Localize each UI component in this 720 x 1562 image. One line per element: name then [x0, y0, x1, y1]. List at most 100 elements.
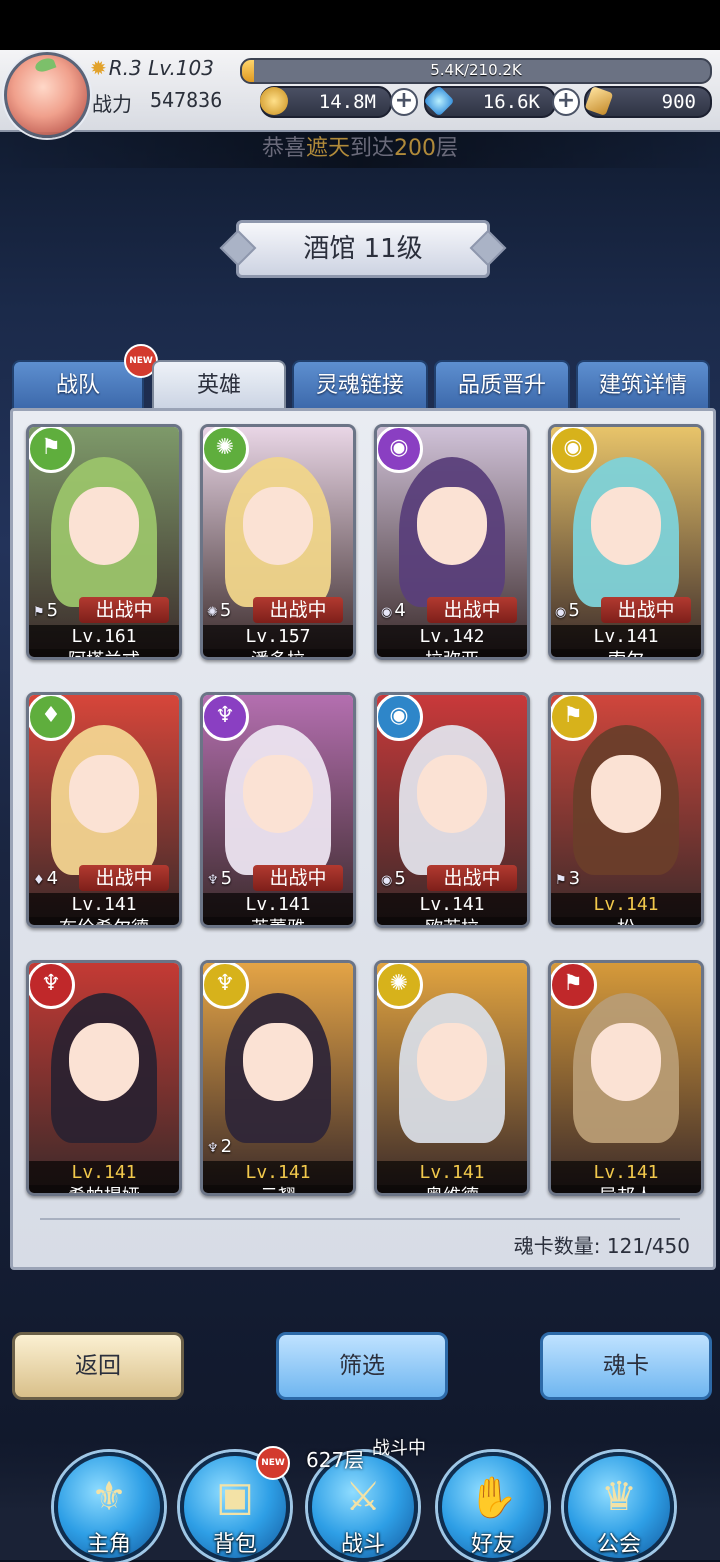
announcement-prefix: 恭喜 [261, 136, 306, 161]
gold-value: 14.8M [318, 91, 376, 113]
card-count: 魂卡数量: 121/450 [513, 1234, 690, 1258]
diamond-value: 16.6K [482, 91, 540, 113]
hero-name: 布伦希尔德 [29, 917, 179, 925]
star-count: 5 [220, 868, 233, 889]
hero-card[interactable]: ♆出战中♆5Lv.141芙蕾雅 [200, 692, 356, 928]
hero-level: Lv.141 [551, 1161, 701, 1185]
hero-face [69, 755, 139, 833]
rank-star-icon: ✹ [90, 56, 107, 80]
nav-helmet-button[interactable]: ⚜ 主角 [54, 1452, 164, 1562]
add-diamond-button[interactable]: + [552, 88, 580, 116]
star-count: 5 [46, 600, 59, 621]
status-bar [0, 0, 720, 50]
hero-stars: ◉ 5 [381, 867, 406, 891]
hero-level: Lv.157 [203, 625, 353, 649]
hero-face [243, 487, 313, 565]
hero-face [417, 1023, 487, 1101]
gold-resource: 14.8M [260, 86, 392, 118]
eye-icon: ◉ [381, 605, 393, 620]
helmet-icon: ⚜ [91, 1474, 127, 1520]
hero-level: Lv.141 [203, 1161, 353, 1185]
blade-icon: ♦ [33, 873, 45, 888]
hero-stars: ⚑ 5 [33, 599, 58, 623]
swirl-icon: ✺ [203, 427, 249, 473]
hero-face [69, 487, 139, 565]
nav-label: 公会 [596, 1532, 641, 1557]
star-count: 5 [394, 868, 406, 889]
hero-name: 云翘 [203, 1185, 353, 1193]
rank-text: R.3 Lv.103 [108, 56, 214, 80]
divider [40, 1218, 680, 1220]
hero-card[interactable]: ✺ Lv.141奥维德 [374, 960, 530, 1196]
flag-icon: ⚑ [551, 695, 597, 741]
nav-handshake-button[interactable]: ✋ 好友 [438, 1452, 548, 1562]
hero-level: Lv.142 [377, 625, 527, 649]
hero-level: Lv.141 [203, 893, 353, 917]
hero-card[interactable]: ♆ Lv.141希帕提娅 [26, 960, 182, 1196]
hero-card[interactable]: ◉出战中◉4Lv.142拉弥亚 [374, 424, 530, 660]
ticket-resource: 900 [584, 85, 712, 118]
in-battle-badge: 出战中 [427, 865, 517, 891]
eye-icon: ◉ [377, 695, 423, 741]
player-rank: ✹ R.3 Lv.103 [90, 56, 214, 80]
wing-icon: ♆ [203, 695, 249, 741]
hero-card[interactable]: ◉ 出战中 ◉5Lv.141欧若拉 [374, 692, 530, 928]
card-count-value: 121/450 [606, 1234, 690, 1258]
flag-icon: ⚑ [33, 605, 45, 620]
hero-name: 阿塔兰忒 [29, 649, 179, 657]
ticket-icon [584, 85, 614, 117]
new-badge: NEW [256, 1446, 290, 1480]
nav-guild-crest-button[interactable]: ♛ 公会 [564, 1452, 674, 1562]
hero-stars: ◉ 5 [555, 599, 580, 623]
hero-stars: ⚑ 3 [555, 867, 580, 891]
add-gold-button[interactable]: + [390, 88, 418, 116]
wing-icon: ♆ [207, 1141, 219, 1156]
in-battle-badge: 出战中 [253, 865, 343, 891]
hero-card[interactable]: ♆♆2Lv.141云翘 [200, 960, 356, 1196]
hero-card[interactable]: ⚑ Lv.141异邦人 [548, 960, 704, 1196]
hero-card[interactable]: ♦出战中♦4Lv.141布伦希尔德 [26, 692, 182, 928]
hero-level: Lv.141 [551, 625, 701, 649]
power-label: 战力 [92, 92, 132, 116]
hero-stars: ♆ 2 [207, 1135, 232, 1159]
exp-bar: 5.4K/210.2K [240, 58, 712, 84]
announcement-middle: 到达 [350, 136, 395, 161]
star-count: 3 [568, 868, 581, 889]
star-count: 5 [219, 600, 232, 621]
hero-face [243, 755, 313, 833]
hero-card[interactable]: ◉出战中◉5Lv.141索尔 [548, 424, 704, 660]
eye-icon: ◉ [551, 427, 597, 473]
hero-level: Lv.141 [551, 893, 701, 917]
hero-stars: ♦ 4 [33, 867, 58, 891]
in-battle-badge: 出战中 [79, 865, 169, 891]
tab-heroes[interactable]: 英雄 [152, 360, 286, 414]
soul-card-button[interactable]: 魂卡 [540, 1332, 712, 1400]
handshake-icon: ✋ [468, 1475, 518, 1521]
tab-building-details[interactable]: 建筑详情 [576, 360, 710, 414]
power-value: 547836 [150, 88, 223, 112]
swirl-icon: ✺ [207, 605, 218, 620]
hero-face [69, 1023, 139, 1101]
back-button[interactable]: 返回 [12, 1332, 184, 1400]
gold-coin-icon [260, 87, 288, 115]
nav-label: 战斗 [340, 1532, 385, 1557]
hero-card[interactable]: ✺出战中✺5Lv.157潘多拉 [200, 424, 356, 660]
filter-button[interactable]: 筛选 [276, 1332, 448, 1400]
hero-level: Lv.161 [29, 625, 179, 649]
player-avatar[interactable] [4, 52, 90, 138]
tab-soul-link[interactable]: 灵魂链接 [292, 360, 428, 414]
hero-name: 索尔 [551, 649, 701, 657]
tab-team[interactable]: 战队 [12, 360, 144, 414]
hero-name: 潘多拉 [203, 649, 353, 657]
leaf-ornament-icon [33, 55, 57, 75]
nav-label: 好友 [470, 1532, 515, 1557]
hero-card[interactable]: ⚑出战中⚑5Lv.161阿塔兰忒 [26, 424, 182, 660]
hero-name: 欧若拉 [377, 917, 527, 925]
star-count: 2 [220, 1136, 233, 1157]
nav-label: 主角 [86, 1532, 131, 1557]
hero-level: Lv.141 [377, 893, 527, 917]
wing-icon: ♆ [203, 963, 249, 1009]
tab-quality-upgrade[interactable]: 品质晋升 [434, 360, 570, 414]
backpack-icon: ▣ [216, 1474, 254, 1520]
hero-card[interactable]: ⚑⚑3Lv.141松 [548, 692, 704, 928]
